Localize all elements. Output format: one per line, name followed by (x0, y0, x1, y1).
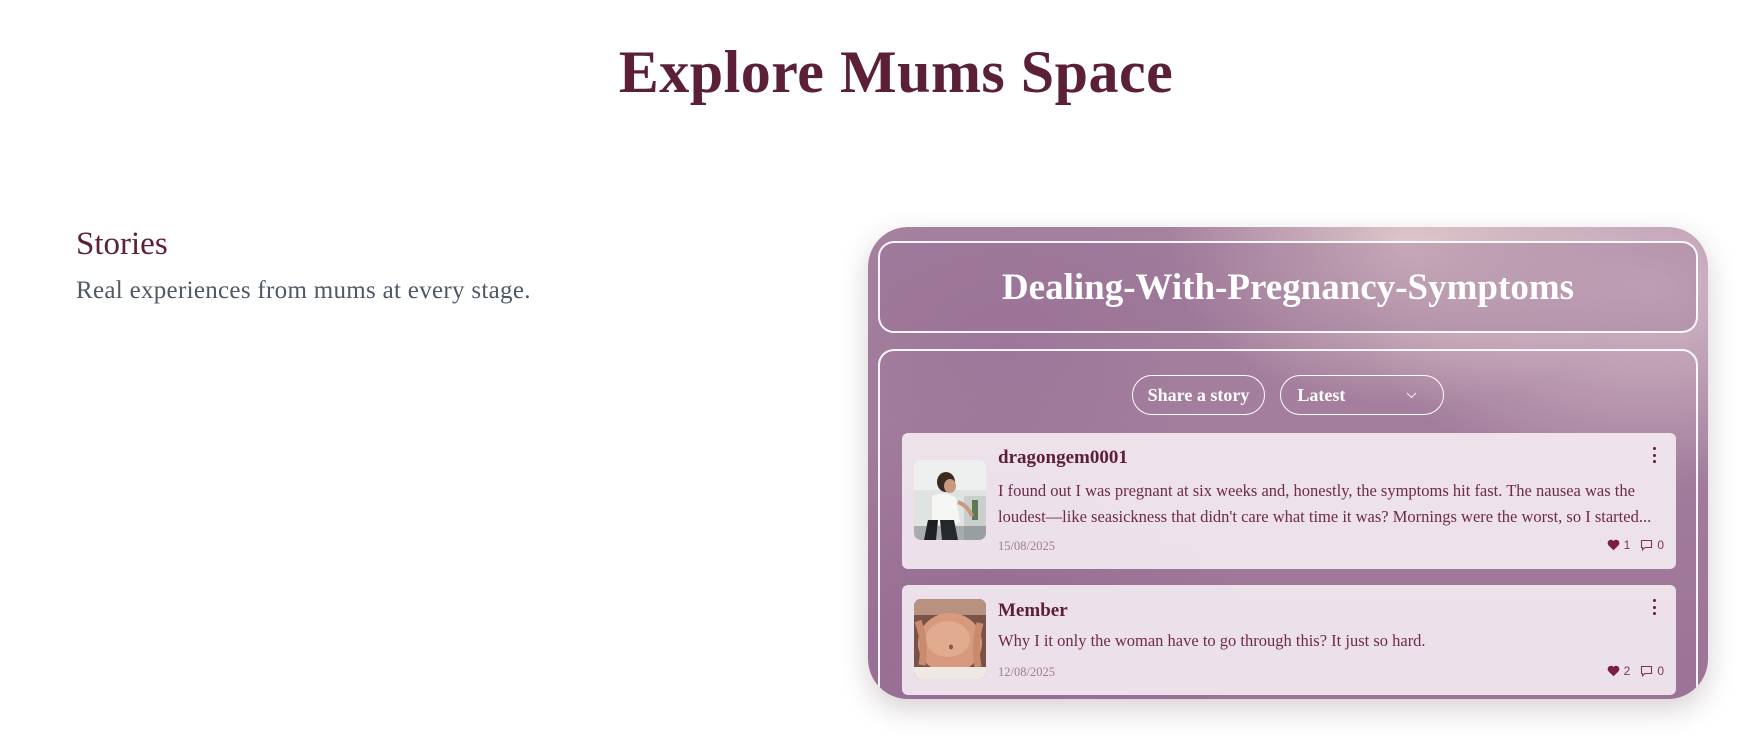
sort-selected-value: Latest (1297, 384, 1346, 405)
story-author[interactable]: dragongem0001 (998, 447, 1128, 469)
comment-button[interactable]: 0 (1640, 664, 1664, 678)
story-stats: 2 0 (1607, 664, 1664, 678)
intro-section: Stories Real experiences from mums at ev… (76, 226, 776, 305)
more-vertical-icon[interactable] (1650, 599, 1658, 615)
like-count: 2 (1623, 664, 1631, 678)
story-date: 12/08/2025 (998, 665, 1055, 679)
story-image (914, 599, 986, 679)
story-card[interactable]: dragongem0001 I found out I was pregnant… (902, 433, 1676, 569)
comment-count: 0 (1657, 538, 1664, 552)
page-title: Explore Mums Space (618, 39, 1174, 105)
feed-controls: Share a story Latest (880, 375, 1696, 415)
comment-icon (1640, 539, 1653, 551)
comment-icon (1640, 665, 1653, 677)
comment-count: 0 (1657, 664, 1664, 678)
intro-text: Real experiences from mums at every stag… (76, 277, 531, 304)
topic-title: Dealing-With-Pregnancy-Symptoms (1001, 266, 1575, 308)
share-story-button[interactable]: Share a story (1131, 375, 1266, 415)
heart-icon (1607, 539, 1620, 551)
story-excerpt: Why I it only the woman have to go throu… (998, 631, 1426, 650)
stories-panel: Dealing-With-Pregnancy-Symptoms Share a … (868, 227, 1708, 699)
heart-icon (1607, 665, 1620, 677)
like-button[interactable]: 2 (1607, 664, 1631, 678)
topic-title-box: Dealing-With-Pregnancy-Symptoms (878, 241, 1698, 333)
like-count: 1 (1623, 538, 1631, 552)
story-image (914, 460, 986, 540)
chevron-down-icon (1406, 388, 1417, 403)
story-stats: 1 0 (1607, 538, 1664, 552)
story-date: 15/08/2025 (998, 539, 1055, 553)
sort-dropdown[interactable]: Latest (1280, 375, 1445, 415)
comment-button[interactable]: 0 (1640, 538, 1664, 552)
like-button[interactable]: 1 (1607, 538, 1631, 552)
story-excerpt: I found out I was pregnant at six weeks … (998, 481, 1652, 526)
stories-feed: Share a story Latest dragongem0001 I fou… (878, 349, 1698, 699)
intro-heading: Stories (76, 226, 168, 262)
story-author[interactable]: Member (998, 600, 1068, 622)
more-vertical-icon[interactable] (1650, 447, 1658, 463)
story-card[interactable]: Member Why I it only the woman have to g… (902, 585, 1676, 695)
